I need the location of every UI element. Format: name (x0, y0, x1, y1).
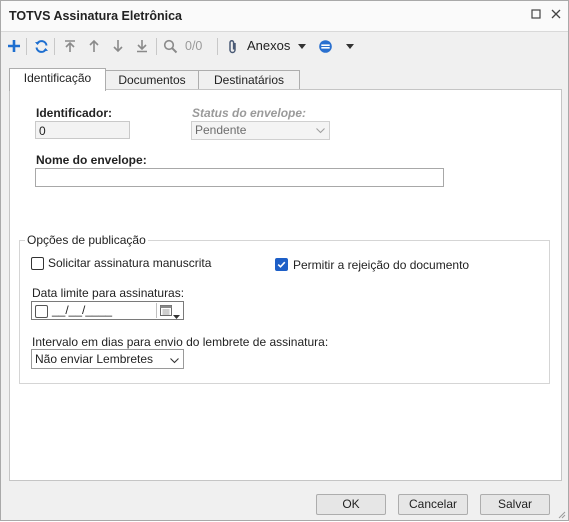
save-button[interactable]: Salvar (480, 494, 550, 515)
next-record-icon[interactable] (109, 36, 127, 56)
paperclip-icon[interactable] (226, 36, 240, 56)
attachments-button[interactable]: Anexos (247, 38, 290, 53)
publication-options-group: Opções de publicação Solicitar assinatur… (19, 233, 550, 384)
refresh-icon[interactable] (32, 36, 50, 56)
handwritten-signature-checkbox[interactable] (31, 257, 44, 270)
identifier-label: Identificador: (36, 106, 113, 120)
envelope-name-input[interactable] (35, 168, 444, 187)
reminder-select[interactable]: Não enviar Lembretes (31, 349, 184, 369)
tab-destinatarios[interactable]: Destinatários (198, 70, 300, 91)
reminder-value: Não enviar Lembretes (35, 352, 154, 366)
close-icon[interactable] (548, 7, 564, 23)
title-bar: TOTVS Assinatura Eletrônica (1, 1, 568, 32)
previous-record-icon[interactable] (85, 36, 103, 56)
window-title: TOTVS Assinatura Eletrônica (9, 9, 182, 23)
deadline-label: Data limite para assinaturas: (32, 286, 185, 300)
maximize-icon[interactable] (528, 7, 544, 23)
ok-button[interactable]: OK (316, 494, 386, 515)
last-record-icon[interactable] (133, 36, 151, 56)
toolbar: 0/0 Anexos (1, 32, 568, 61)
page-counter: 0/0 (185, 39, 203, 53)
chevron-down-icon (316, 122, 325, 139)
identifier-field: 0 (35, 121, 130, 139)
identification-panel: Identificador: 0 Status do envelope: Pen… (9, 89, 562, 481)
deadline-date-value: __/__/____ (52, 303, 113, 317)
chevron-down-icon (170, 351, 179, 369)
toolbar-separator (54, 38, 55, 55)
resize-grip-icon[interactable] (556, 508, 566, 519)
date-field-divider (156, 303, 157, 318)
toolbar-separator (217, 38, 218, 55)
status-select: Pendente (191, 121, 330, 140)
chevron-down-icon[interactable] (296, 36, 308, 56)
tab-documentos[interactable]: Documentos (104, 70, 200, 91)
envelope-name-label: Nome do envelope: (36, 153, 147, 167)
reminder-label: Intervalo em dias para envio do lembrete… (32, 335, 329, 349)
toolbar-separator (156, 38, 157, 55)
calendar-icon[interactable] (160, 305, 172, 319)
chevron-down-icon[interactable] (344, 36, 356, 56)
publication-options-title: Opções de publicação (25, 233, 148, 247)
deadline-date-field[interactable]: __/__/____ (31, 301, 184, 320)
allow-reject-label: Permitir a rejeição do documento (293, 258, 470, 272)
add-icon[interactable] (5, 36, 23, 56)
status-value: Pendente (195, 123, 247, 137)
cancel-button[interactable]: Cancelar (398, 494, 468, 515)
first-record-icon[interactable] (61, 36, 79, 56)
options-icon[interactable] (316, 36, 334, 56)
toolbar-separator (26, 38, 27, 55)
status-label: Status do envelope: (192, 106, 307, 120)
search-icon[interactable] (161, 36, 179, 56)
tab-identificacao[interactable]: Identificação (9, 68, 106, 91)
handwritten-signature-label: Solicitar assinatura manuscrita (48, 256, 212, 270)
deadline-enable-checkbox[interactable] (35, 305, 48, 318)
dialog-window: TOTVS Assinatura Eletrônica 0/0 Anexos I… (0, 0, 569, 521)
chevron-down-icon[interactable] (173, 308, 180, 322)
allow-reject-checkbox[interactable] (275, 258, 288, 271)
